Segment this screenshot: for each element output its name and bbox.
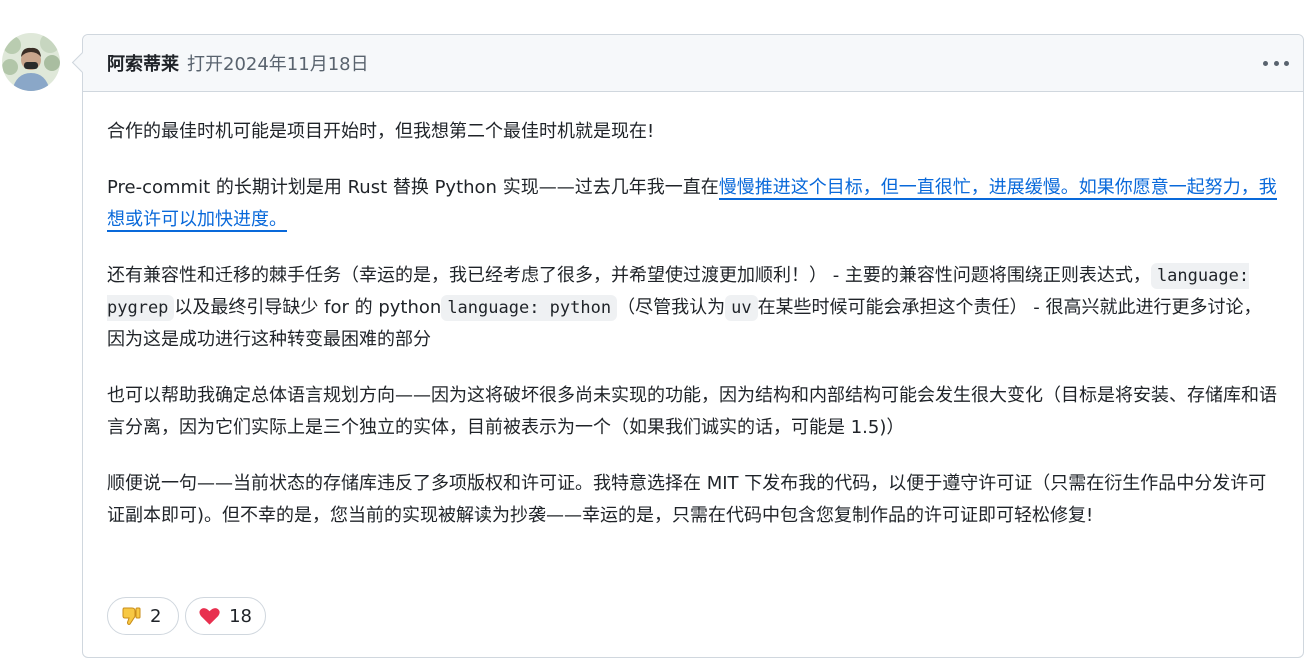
more-options-icon[interactable] [1263, 53, 1289, 73]
avatar[interactable] [2, 33, 60, 91]
paragraph-3-text-3: （尽管我认为 [617, 297, 726, 318]
paragraph-1: 合作的最佳时机可能是项目开始时，但我想第二个最佳时机就是现在! [107, 121, 655, 142]
code-uv: uv [725, 295, 758, 321]
reaction-thumbs-down-count: 2 [150, 605, 162, 627]
paragraph-3: 还有兼容性和迁移的棘手任务（幸运的是，我已经考虑了很多，并希望使过渡更加顺利！）… [107, 260, 1279, 356]
paragraph-3-text-2: 以及最终引导缺少 for 的 python [174, 297, 442, 318]
reaction-heart[interactable]: 18 [185, 597, 266, 635]
comment-box: 阿索蒂莱 打开2024年11月18日 合作的最佳时机可能是项目开始时，但我想第二… [82, 34, 1304, 658]
comment-header: 阿索蒂莱 打开2024年11月18日 [83, 35, 1303, 92]
paragraph-5: 顺便说一句——当前状态的存储库违反了多项版权和许可证。我特意选择在 MIT 下发… [107, 473, 1267, 526]
opened-date: 打开2024年11月18日 [187, 54, 369, 75]
author-name[interactable]: 阿索蒂莱 [107, 50, 179, 76]
reaction-thumbs-down[interactable]: 2 [107, 597, 179, 635]
paragraph-2-text: Pre-commit 的长期计划是用 Rust 替换 Python 实现——过去… [107, 177, 719, 198]
paragraph-4: 也可以帮助我确定总体语言规划方向——因为这将破坏很多尚未实现的功能，因为结构和内… [107, 385, 1277, 438]
heart-icon [199, 608, 220, 625]
paragraph-2: Pre-commit 的长期计划是用 Rust 替换 Python 实现——过去… [107, 172, 1279, 236]
reactions-bar: 2 18 [107, 597, 266, 635]
reaction-heart-count: 18 [229, 605, 252, 627]
comment-body: 合作的最佳时机可能是项目开始时，但我想第二个最佳时机就是现在! Pre-comm… [83, 92, 1303, 532]
paragraph-3-text-1: 还有兼容性和迁移的棘手任务（幸运的是，我已经考虑了很多，并希望使过渡更加顺利！）… [107, 265, 1151, 286]
avatar-image [2, 33, 60, 91]
code-python: language: python [441, 295, 618, 321]
thumbs-down-icon [122, 607, 141, 625]
